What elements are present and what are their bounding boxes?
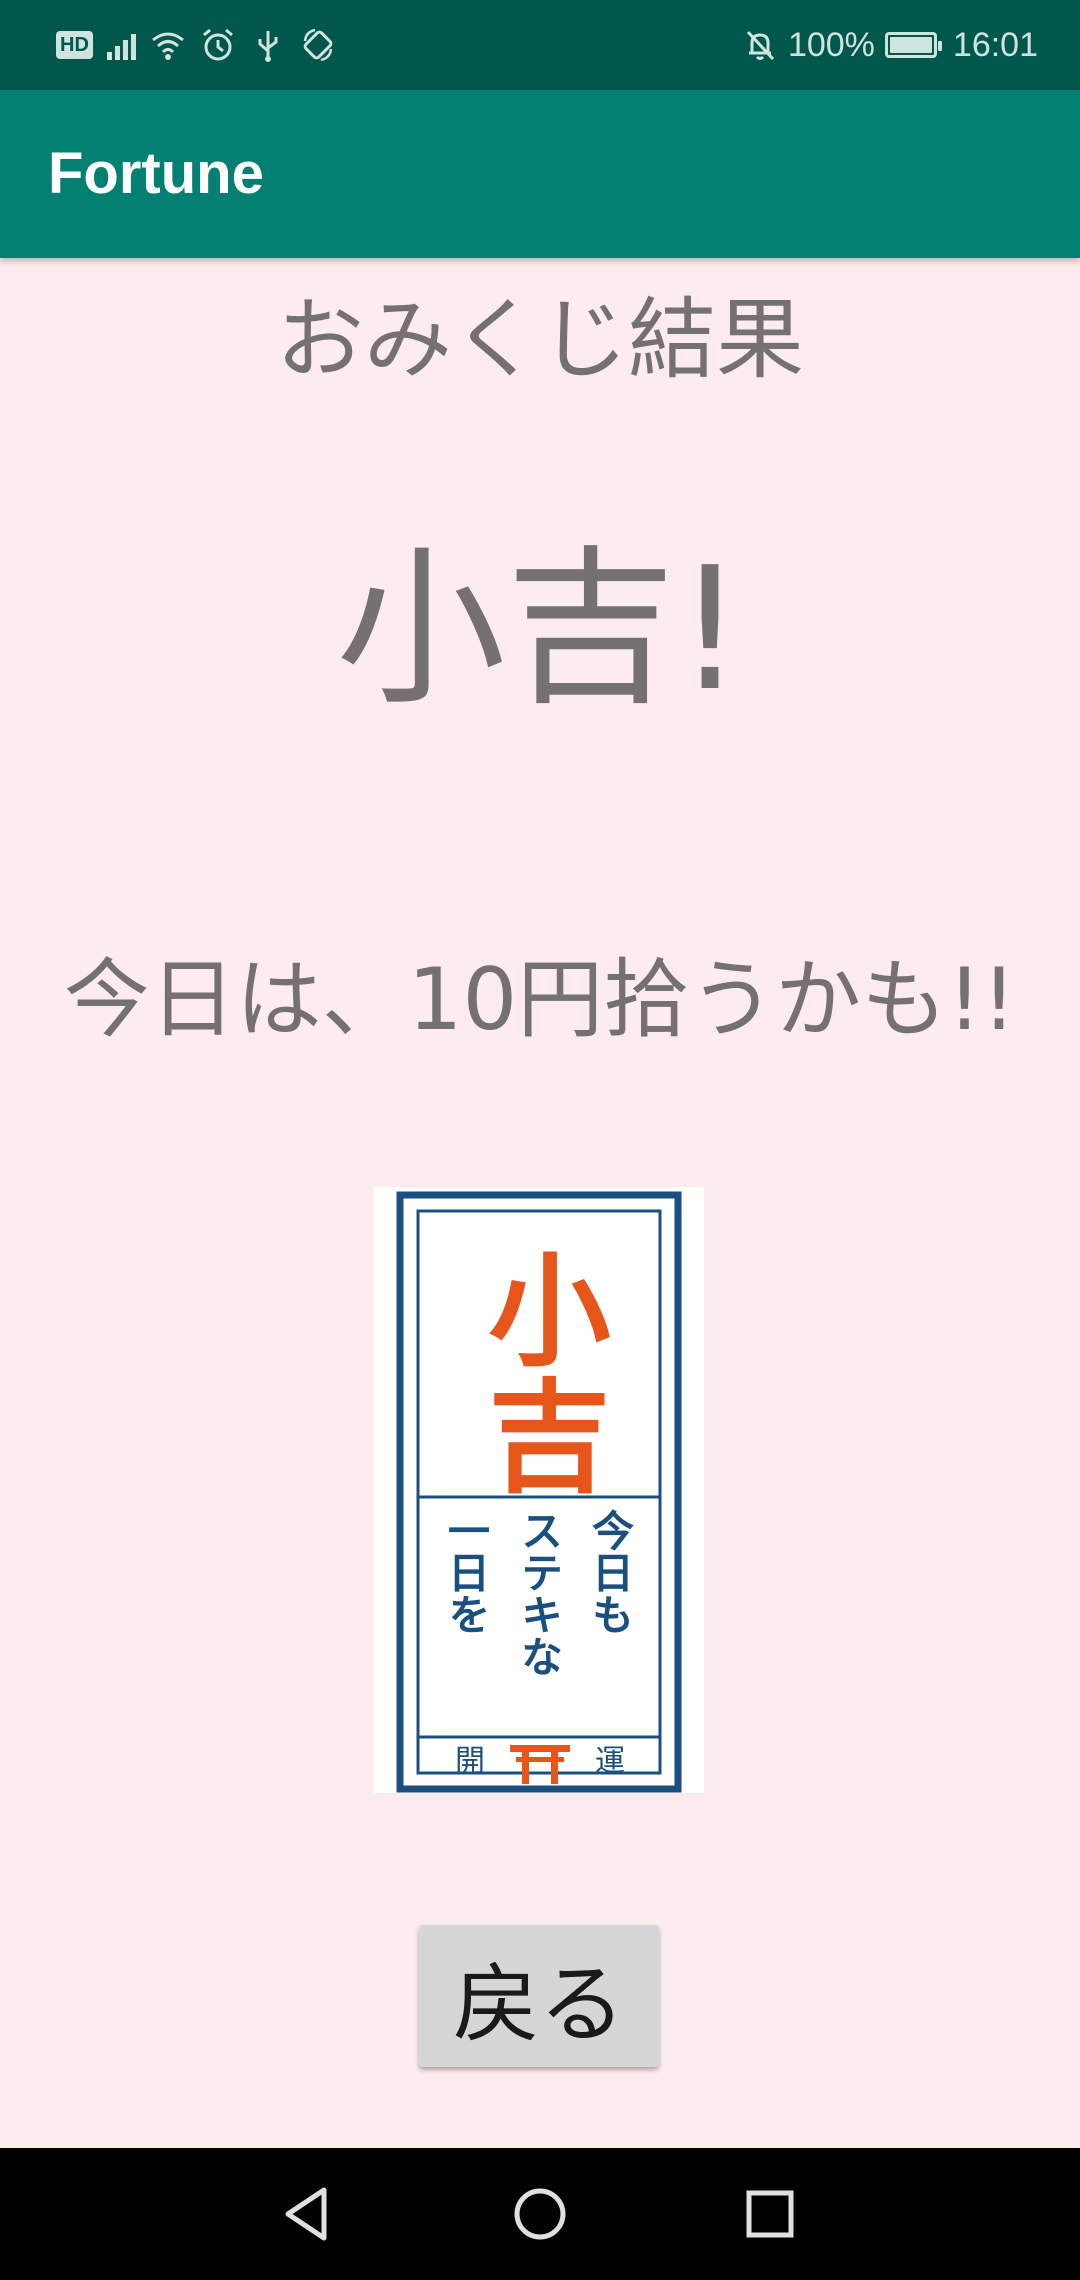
omikuji-rank-text: 小吉 bbox=[468, 1247, 610, 1499]
status-left-icons: HD bbox=[56, 22, 336, 68]
result-heading: おみくじ結果 bbox=[275, 288, 804, 391]
app-title: Fortune bbox=[48, 141, 264, 206]
back-button[interactable]: 戻る bbox=[419, 1925, 659, 2067]
navigation-bar bbox=[0, 2148, 1080, 2280]
hd-icon: HD bbox=[56, 31, 93, 59]
status-time: 16:01 bbox=[952, 25, 1038, 64]
fortune-rank: 小吉! bbox=[335, 531, 745, 729]
recents-icon[interactable] bbox=[740, 2184, 800, 2244]
omikuji-image: 小吉 今日も ステキな 一日を 開 運 bbox=[374, 1187, 704, 1793]
home-icon[interactable] bbox=[510, 2184, 570, 2244]
wifi-icon bbox=[151, 32, 184, 60]
usb-icon bbox=[258, 31, 278, 62]
omikuji-column-2: ステキな bbox=[515, 1509, 564, 1677]
omikuji-column-1: 今日も bbox=[586, 1509, 635, 1635]
battery-percent: 100% bbox=[787, 25, 875, 64]
fortune-message: 今日は、10円拾うかも!! bbox=[63, 950, 1017, 1050]
battery-level bbox=[889, 37, 932, 53]
omikuji-footer-right: 運 bbox=[595, 1744, 625, 1779]
alarm-icon bbox=[202, 28, 233, 61]
app-bar: Fortune bbox=[0, 90, 1080, 258]
status-bar: HD 100% 16:01 bbox=[0, 0, 1080, 90]
notifications-off-icon bbox=[746, 30, 775, 61]
battery-icon bbox=[884, 32, 942, 58]
signal-icon bbox=[106, 30, 136, 60]
auto-rotate-icon bbox=[303, 28, 333, 62]
omikuji-footer-left: 開 bbox=[455, 1744, 485, 1779]
omikuji-column-3: 一日を bbox=[442, 1509, 491, 1635]
omikuji-slip: 小吉 今日も ステキな 一日を 開 運 bbox=[374, 1187, 704, 1793]
status-right-icons: 100% 16:01 bbox=[742, 22, 1038, 68]
back-icon[interactable] bbox=[278, 2184, 338, 2244]
